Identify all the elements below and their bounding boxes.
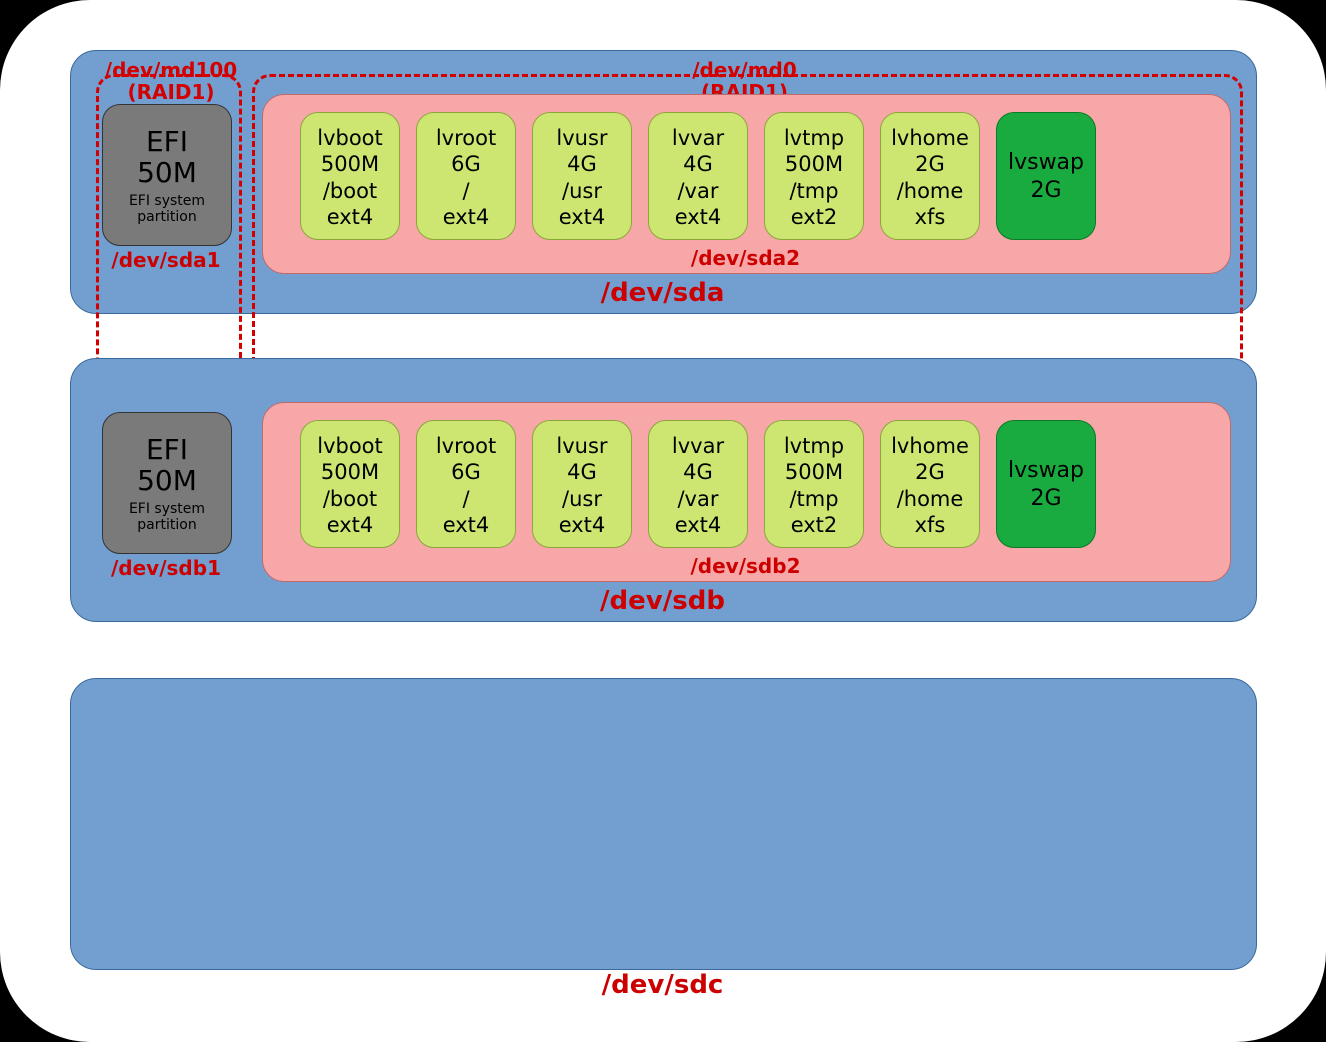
- lv-mount: /var: [649, 486, 747, 512]
- lv-lvtmp: lvtmp500M/tmpext2: [764, 420, 864, 548]
- lv-swap: lvswap2G: [996, 112, 1096, 240]
- lv-name: lvusr: [533, 433, 631, 459]
- lv-lvroot: lvroot6G/ext4: [416, 112, 516, 240]
- lv-fs: ext2: [765, 204, 863, 230]
- lv-fs: ext4: [301, 512, 399, 538]
- lv-size: 500M: [765, 459, 863, 485]
- efi-title: EFI: [103, 105, 231, 158]
- lv-fs: ext4: [301, 204, 399, 230]
- efi-subtitle: EFI system partition: [103, 501, 231, 533]
- raid-md100-type: (RAID1): [96, 80, 246, 104]
- lv-lvvar: lvvar4G/varext4: [648, 112, 748, 240]
- lv-lvboot: lvboot500M/bootext4: [300, 112, 400, 240]
- lv-size: 4G: [649, 151, 747, 177]
- lv-name: lvroot: [417, 433, 515, 459]
- lv-mount: /var: [649, 178, 747, 204]
- lv-name: lvusr: [533, 125, 631, 151]
- lv-fs: xfs: [881, 204, 979, 230]
- lv-name: lvroot: [417, 125, 515, 151]
- lv-lvhome: lvhome2G/homexfs: [880, 420, 980, 548]
- efi-size: 50M: [103, 466, 231, 497]
- lv-size: 2G: [881, 151, 979, 177]
- lv-mount: /usr: [533, 178, 631, 204]
- lv-name: lvhome: [881, 433, 979, 459]
- efi-sda1-label: /dev/sda1: [96, 248, 236, 272]
- efi-sda1: EFI 50M EFI system partition: [102, 104, 232, 246]
- lv-fs: ext4: [533, 204, 631, 230]
- lv-size: 500M: [301, 151, 399, 177]
- lv-mount: /: [417, 486, 515, 512]
- lv-fs: ext2: [765, 512, 863, 538]
- lv-size: 2G: [881, 459, 979, 485]
- lv-lvtmp: lvtmp500M/tmpext2: [764, 112, 864, 240]
- efi-sdb1-label: /dev/sdb1: [96, 556, 236, 580]
- lv-size: 2G: [997, 485, 1095, 513]
- lv-mount: /usr: [533, 486, 631, 512]
- lv-name: lvhome: [881, 125, 979, 151]
- diagram-canvas: /dev/sda /dev/md100 (RAID1) /dev/md0 (RA…: [0, 0, 1326, 1042]
- lv-fs: ext4: [649, 512, 747, 538]
- lv-mount: /boot: [301, 486, 399, 512]
- raid-md0-name: /dev/md0: [252, 58, 1237, 82]
- lv-mount: /boot: [301, 178, 399, 204]
- lv-lvusr: lvusr4G/usrext4: [532, 420, 632, 548]
- lv-lvusr: lvusr4G/usrext4: [532, 112, 632, 240]
- lv-size: 4G: [533, 151, 631, 177]
- lv-name: lvtmp: [765, 125, 863, 151]
- lv-size: 500M: [301, 459, 399, 485]
- lv-mount: /home: [881, 486, 979, 512]
- disk-sdc: [70, 678, 1257, 970]
- lv-name: lvboot: [301, 125, 399, 151]
- lv-size: 4G: [649, 459, 747, 485]
- lv-size: 6G: [417, 459, 515, 485]
- lv-size: 4G: [533, 459, 631, 485]
- lv-name: lvvar: [649, 433, 747, 459]
- lv-size: 6G: [417, 151, 515, 177]
- lv-swap: lvswap2G: [996, 420, 1096, 548]
- lv-size: 2G: [997, 177, 1095, 205]
- lv-fs: ext4: [533, 512, 631, 538]
- lv-size: 500M: [765, 151, 863, 177]
- lv-mount: /tmp: [765, 486, 863, 512]
- lv-lvroot: lvroot6G/ext4: [416, 420, 516, 548]
- efi-subtitle: EFI system partition: [103, 193, 231, 225]
- efi-size: 50M: [103, 158, 231, 189]
- lv-mount: /home: [881, 178, 979, 204]
- lv-name: lvtmp: [765, 433, 863, 459]
- lv-mount: /tmp: [765, 178, 863, 204]
- lv-mount: /: [417, 178, 515, 204]
- lv-fs: ext4: [649, 204, 747, 230]
- lv-fs: ext4: [417, 512, 515, 538]
- efi-sdb1: EFI 50M EFI system partition: [102, 412, 232, 554]
- lv-lvhome: lvhome2G/homexfs: [880, 112, 980, 240]
- disk-sdc-label: /dev/sdc: [70, 970, 1255, 1000]
- lv-name: lvswap: [997, 457, 1095, 485]
- lv-lvvar: lvvar4G/varext4: [648, 420, 748, 548]
- lv-name: lvswap: [997, 149, 1095, 177]
- lv-name: lvvar: [649, 125, 747, 151]
- efi-title: EFI: [103, 413, 231, 466]
- lv-fs: xfs: [881, 512, 979, 538]
- lv-name: lvboot: [301, 433, 399, 459]
- lv-lvboot: lvboot500M/bootext4: [300, 420, 400, 548]
- lv-fs: ext4: [417, 204, 515, 230]
- raid-md100-name: /dev/md100: [96, 58, 246, 82]
